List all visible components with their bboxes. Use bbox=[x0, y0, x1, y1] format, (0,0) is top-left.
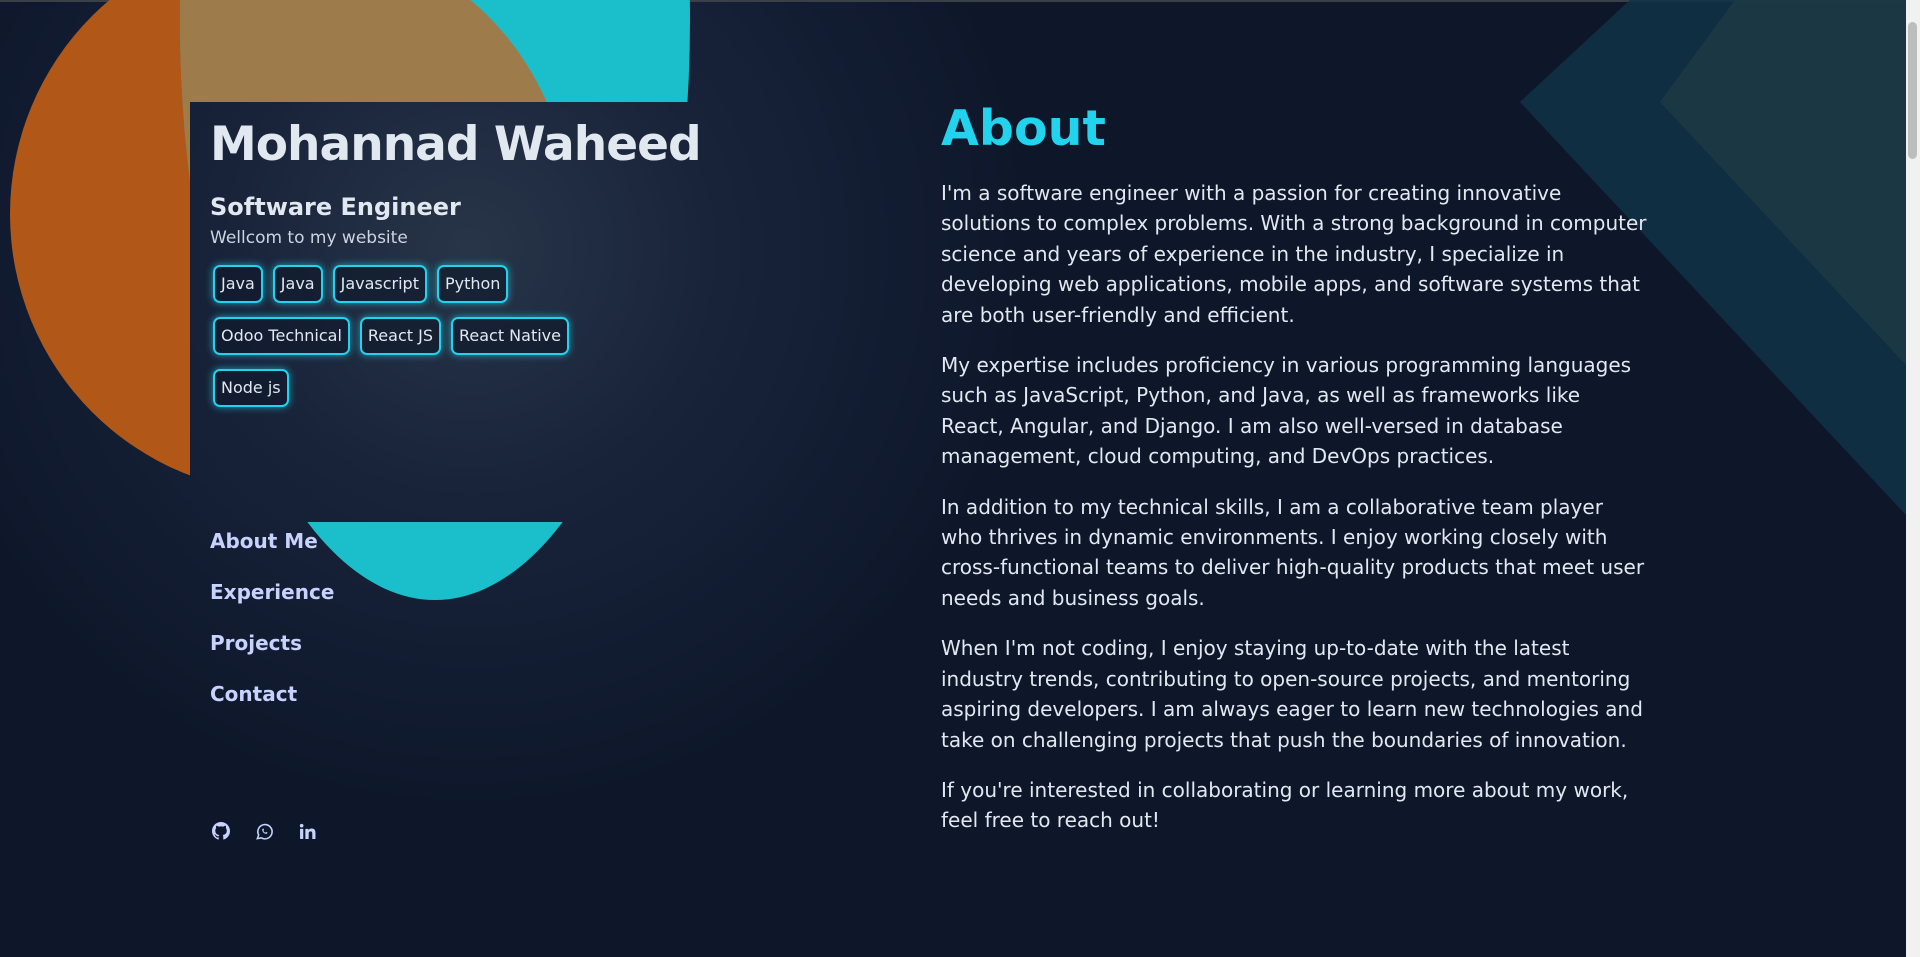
about-paragraph: If you're interested in collaborating or… bbox=[941, 777, 1629, 833]
skill-tag: React JS bbox=[359, 317, 441, 355]
skill-tag: Java bbox=[272, 265, 323, 303]
profile-role: Software Engineer bbox=[210, 193, 461, 221]
skill-tag: Node js bbox=[213, 369, 289, 407]
about-content: I'm a software engineer with a passion f… bbox=[941, 178, 1647, 856]
whatsapp-icon[interactable] bbox=[254, 821, 274, 841]
profile-name: Mohannad Waheed bbox=[210, 117, 702, 172]
linkedin-icon[interactable] bbox=[297, 821, 317, 841]
about-paragraph: My expertise includes proficiency in var… bbox=[941, 353, 1632, 469]
page-scrollbar[interactable] bbox=[1906, 0, 1920, 957]
skill-tag: Java bbox=[213, 265, 263, 303]
social-links bbox=[211, 821, 317, 841]
about-heading: About bbox=[941, 100, 1106, 157]
nav-link-about-me[interactable]: About Me bbox=[210, 530, 334, 553]
skill-tag: Javascript bbox=[332, 265, 427, 303]
skill-tag: React Native bbox=[450, 317, 569, 355]
about-paragraph: When I'm not coding, I enjoy staying up-… bbox=[941, 636, 1643, 752]
nav-link-experience[interactable]: Experience bbox=[210, 581, 334, 604]
skill-tag: Odoo Technical bbox=[213, 317, 350, 355]
nav-link-projects[interactable]: Projects bbox=[210, 632, 334, 655]
github-icon[interactable] bbox=[211, 821, 231, 841]
about-paragraph: In addition to my technical skills, I am… bbox=[941, 494, 1645, 610]
skill-tag: Python bbox=[436, 265, 509, 303]
section-nav: About Me Experience Projects Contact bbox=[210, 530, 334, 706]
scrollbar-thumb[interactable] bbox=[1908, 22, 1917, 159]
nav-link-contact[interactable]: Contact bbox=[210, 683, 334, 706]
page: Mohannad Waheed Software Engineer Wellco… bbox=[0, 0, 1920, 957]
welcome-text: Wellcom to my website bbox=[210, 228, 408, 248]
about-paragraph: I'm a software engineer with a passion f… bbox=[941, 181, 1647, 327]
skills-list: Java Java Javascript Python Odoo Technic… bbox=[213, 265, 603, 407]
